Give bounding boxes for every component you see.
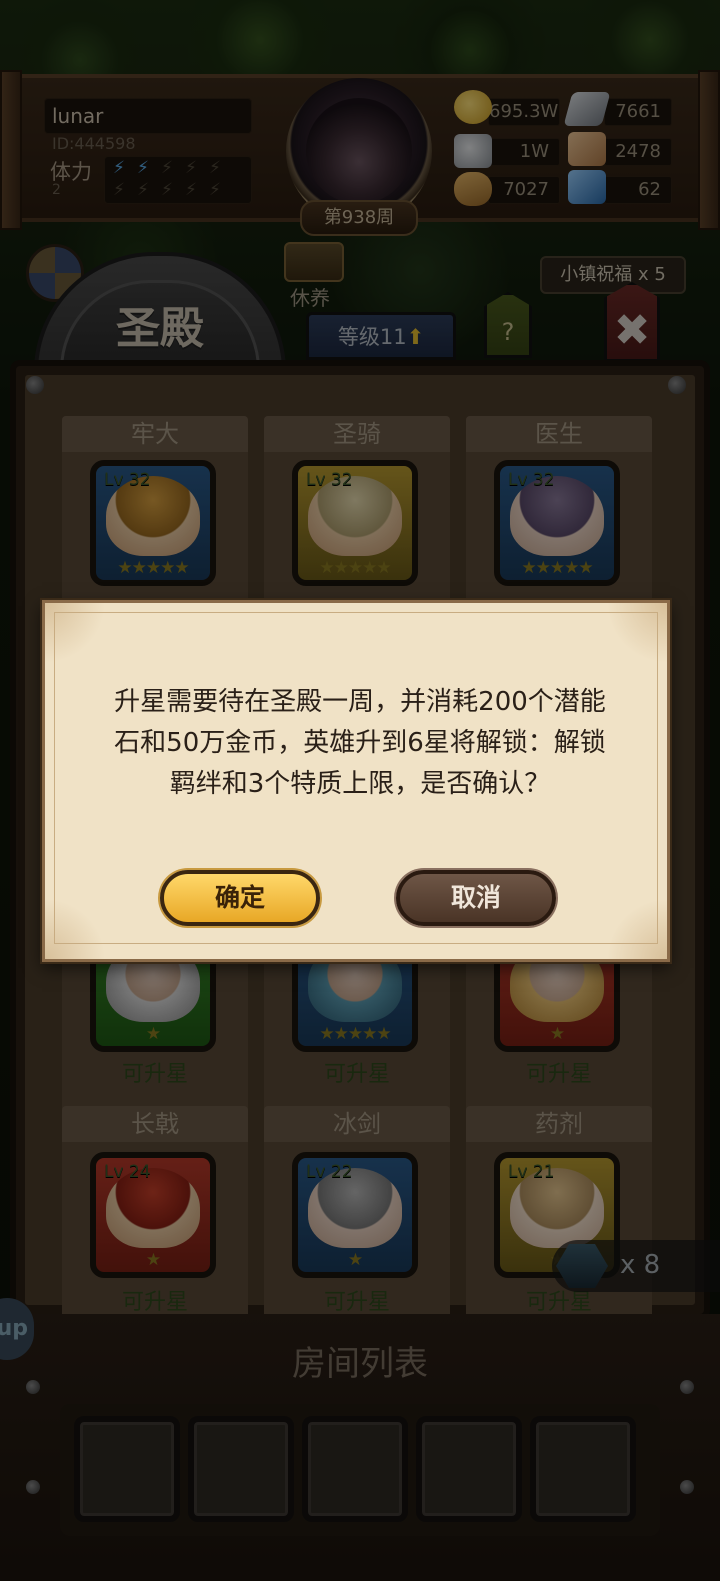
dialog-message: 升星需要待在圣殿一周，并消耗200个潜能 石和50万金币，英雄升到6星将解锁：解…: [90, 682, 630, 805]
dialog-message-line: 羁绊和3个特质上限，是否确认？: [169, 769, 551, 799]
confirm-button[interactable]: 确定: [160, 870, 320, 926]
cancel-button[interactable]: 取消: [396, 870, 556, 926]
dialog-message-line: 石和50万金币，英雄升到6星将解锁：解锁: [114, 728, 606, 758]
dialog-message-line: 升星需要待在圣殿一周，并消耗200个潜能: [114, 687, 606, 717]
